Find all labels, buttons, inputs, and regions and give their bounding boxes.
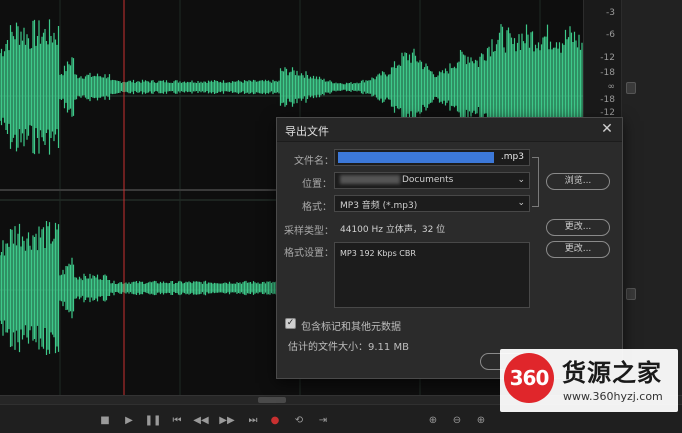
watermark: 360 货源之家 www.360hyzj.com: [500, 349, 678, 412]
audio-editor: -3 -6 -12 -18 ∞ -18 -12 ■ ▶ ❚❚ ⏮ ◀◀ ▶▶ ⏭…: [0, 0, 682, 433]
format-settings-label: 格式设置：: [284, 248, 334, 259]
format-dropdown[interactable]: MP3 音频 (*.mp3) ⌄: [334, 195, 530, 212]
filename-extension: .mp3: [500, 152, 524, 162]
estimated-size-label: 估计的文件大小：9.11 MB: [288, 342, 409, 353]
text-selection: [338, 152, 494, 163]
db-label: -3: [606, 8, 615, 18]
location-dropdown[interactable]: Documents ⌄: [334, 172, 530, 189]
db-label: -18: [600, 95, 615, 105]
fast-forward-icon[interactable]: ▶▶: [218, 411, 236, 429]
watermark-url: www.360hyzj.com: [563, 390, 663, 403]
scrollbar-grip[interactable]: [258, 397, 286, 403]
format-label: 格式：: [302, 202, 332, 213]
close-icon[interactable]: ✕: [598, 120, 616, 138]
sample-type-value: 44100 Hz 立体声，32 位: [340, 225, 446, 235]
vertical-zoom-handle[interactable]: [626, 82, 636, 94]
db-label: ∞: [607, 82, 616, 92]
right-panel: [621, 0, 682, 395]
chevron-down-icon[interactable]: ⌄: [517, 175, 525, 185]
location-label: 位置：: [302, 179, 332, 190]
zoom-out-amplitude-icon[interactable]: ⊖: [448, 411, 466, 429]
format-settings-box: MP3 192 Kbps CBR: [334, 242, 530, 308]
skip-forward-icon[interactable]: ⏭: [244, 411, 262, 429]
play-icon[interactable]: ▶: [120, 411, 138, 429]
format-value: MP3 音频 (*.mp3): [340, 201, 418, 211]
db-label: -18: [600, 68, 615, 78]
chevron-down-icon[interactable]: ⌄: [517, 198, 525, 208]
rewind-icon[interactable]: ◀◀: [192, 411, 210, 429]
brand-logo: 360: [504, 353, 554, 403]
location-value: Documents: [402, 175, 454, 185]
sample-type-field: 44100 Hz 立体声，32 位: [334, 219, 530, 236]
export-file-dialog: 导出文件 ✕ 文件名： .mp3 位置： Documents ⌄ 浏览... 格…: [276, 117, 623, 379]
change-format-settings-button[interactable]: 更改...: [546, 241, 610, 258]
db-label: -12: [600, 53, 615, 63]
record-icon[interactable]: ●: [266, 411, 284, 429]
dialog-title-bar[interactable]: 导出文件 ✕: [277, 118, 622, 142]
filename-input[interactable]: .mp3: [334, 149, 530, 166]
sample-type-label: 采样类型：: [284, 226, 334, 237]
format-settings-value: MP3 192 Kbps CBR: [340, 249, 416, 258]
loop-icon[interactable]: ⟲: [290, 411, 308, 429]
zoom-in-time-icon[interactable]: ⊕: [472, 411, 490, 429]
change-sample-type-button[interactable]: 更改...: [546, 219, 610, 236]
browse-button[interactable]: 浏览...: [546, 173, 610, 190]
group-bracket: [532, 157, 539, 207]
watermark-name: 货源之家: [562, 358, 662, 387]
stop-icon[interactable]: ■: [96, 411, 114, 429]
skip-selection-icon[interactable]: ⇥: [314, 411, 332, 429]
filename-label: 文件名：: [294, 156, 334, 167]
dialog-title: 导出文件: [285, 125, 329, 138]
blurred-path: [340, 175, 400, 184]
vertical-zoom-handle[interactable]: [626, 288, 636, 300]
include-markers-label: 包含标记和其他元数据: [301, 322, 401, 333]
include-markers-checkbox[interactable]: ✓: [285, 318, 296, 329]
db-label: -6: [606, 30, 615, 40]
zoom-in-amplitude-icon[interactable]: ⊕: [424, 411, 442, 429]
pause-icon[interactable]: ❚❚: [144, 411, 162, 429]
skip-back-icon[interactable]: ⏮: [168, 411, 186, 429]
